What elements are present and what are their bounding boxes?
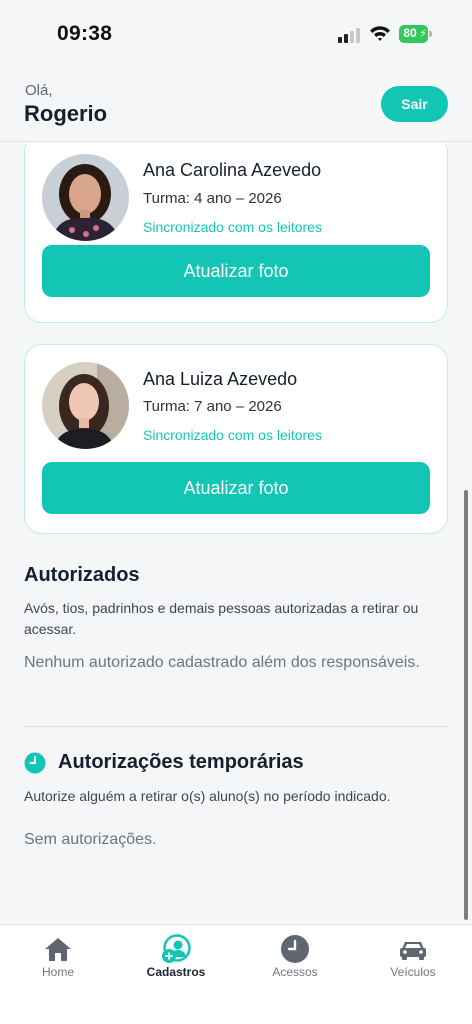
tab-label: Veículos — [390, 965, 436, 979]
student-card: Ana Luiza Azevedo Turma: 7 ano – 2026 Si… — [24, 344, 448, 534]
status-bar: 09:38 80 ⚡ — [0, 0, 472, 66]
main-content[interactable]: Ana Carolina Azevedo Turma: 4 ano – 2026… — [0, 143, 472, 924]
tab-bar: Home Cadastros Acessos Veículos — [0, 924, 472, 1024]
divider — [24, 726, 448, 727]
home-icon — [45, 938, 71, 961]
update-photo-button[interactable]: Atualizar foto — [42, 462, 430, 514]
update-photo-button[interactable]: Atualizar foto — [42, 245, 430, 297]
authorized-description: Avós, tios, padrinhos e demais pessoas a… — [24, 600, 419, 637]
student-class: Turma: 4 ano – 2026 — [143, 190, 282, 207]
student-avatar — [42, 154, 129, 241]
clock-icon — [281, 935, 309, 963]
student-card: Ana Carolina Azevedo Turma: 4 ano – 2026… — [24, 143, 448, 323]
tab-veiculos[interactable]: Veículos — [363, 925, 463, 995]
tab-label: Home — [41, 965, 74, 979]
header: Olá, Rogerio Sair — [0, 66, 472, 142]
signal-icon — [338, 27, 362, 43]
battery-icon: 80 ⚡ — [399, 25, 428, 43]
car-icon — [400, 942, 426, 960]
tab-cadastros[interactable]: Cadastros — [126, 925, 226, 995]
tab-acessos[interactable]: Acessos — [245, 925, 345, 995]
authorized-empty: Nenhum autorizado cadastrado além dos re… — [24, 654, 420, 671]
sync-status: Sincronizado com os leitores — [143, 427, 322, 443]
clock-icon — [24, 752, 46, 774]
student-avatar — [42, 362, 129, 449]
tab-label: Acessos — [272, 965, 318, 979]
battery-level: 80 — [403, 26, 417, 40]
logout-button[interactable]: Sair — [381, 86, 448, 122]
student-name: Ana Luiza Azevedo — [143, 369, 298, 389]
temporary-empty: Sem autorizações. — [24, 831, 157, 848]
person-add-icon — [162, 934, 191, 963]
greeting: Olá, — [25, 82, 53, 99]
tab-label: Cadastros — [146, 965, 206, 979]
student-name: Ana Carolina Azevedo — [143, 160, 322, 180]
authorized-title: Autorizados — [24, 564, 140, 586]
student-class: Turma: 7 ano – 2026 — [143, 398, 282, 415]
user-name: Rogerio — [24, 101, 108, 126]
scrollbar[interactable] — [464, 490, 468, 920]
temporary-title: Autorizações temporárias — [58, 751, 304, 773]
tab-home[interactable]: Home — [8, 925, 108, 995]
sync-status: Sincronizado com os leitores — [143, 219, 322, 235]
temporary-description: Autorize alguém a retirar o(s) aluno(s) … — [24, 788, 391, 804]
wifi-icon — [370, 26, 390, 41]
status-time: 09:38 — [57, 22, 113, 45]
